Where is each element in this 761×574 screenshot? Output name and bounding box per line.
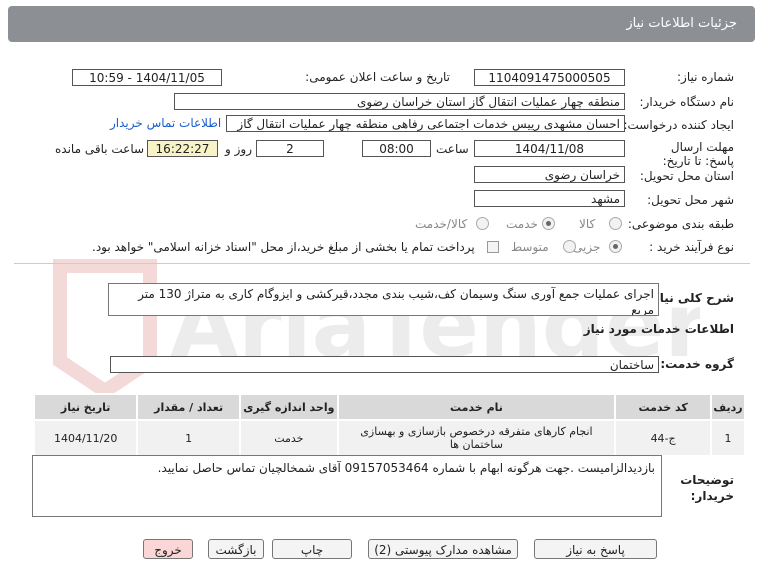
- deadline-time-field: 08:00: [362, 140, 431, 157]
- header-bar: جزئیات اطلاعات نیاز: [8, 6, 755, 42]
- process-minor-label: جزیی: [573, 240, 601, 254]
- days-field: 2: [256, 140, 324, 157]
- announce-date-field: 1404/11/05 - 10:59: [72, 69, 222, 86]
- category-goods-radio[interactable]: [609, 217, 622, 230]
- table-row: 1 ج-44 انجام کارهای متفرقه درخصوص بازساز…: [32, 419, 746, 457]
- category-goods-service-radio[interactable]: [476, 217, 489, 230]
- remaining-time-field: 16:22:27: [147, 140, 218, 157]
- services-section-title: اطلاعات خدمات مورد نیاز: [583, 322, 734, 336]
- description-label: شرح کلی نیاز:: [648, 291, 734, 305]
- col-unit: واحد اندازه گیری: [238, 393, 339, 421]
- print-button[interactable]: چاپ: [272, 539, 352, 559]
- aria-tender-watermark: AriaTender.net: [53, 259, 700, 396]
- service-group-label: گروه خدمت:: [660, 357, 734, 371]
- city-label: شهر محل تحویل:: [647, 193, 734, 207]
- cell-date: 1404/11/20: [32, 419, 139, 457]
- province-field: خراسان رضوی: [474, 166, 625, 183]
- process-medium-radio[interactable]: [563, 240, 576, 253]
- treasury-payment-checkbox[interactable]: [487, 241, 499, 253]
- deadline-date-field: 1404/11/08: [474, 140, 625, 157]
- buyer-org-field: منطقه چهار عملیات انتقال گاز استان خراسا…: [174, 93, 625, 110]
- category-service-radio[interactable]: [542, 217, 555, 230]
- process-medium-label: متوسط: [511, 240, 549, 254]
- category-label: طبقه بندی موضوعی:: [627, 217, 734, 231]
- cell-name: انجام کارهای متفرقه درخصوص بازسازی و بهس…: [336, 419, 617, 457]
- description-textarea: اجرای عملیات جمع آوری سنگ وسیمان کف،شیب …: [108, 283, 659, 316]
- announce-label: تاریخ و ساعت اعلان عمومی:: [305, 70, 450, 84]
- city-field: مشهد: [474, 190, 625, 207]
- process-label: نوع فرآیند خرید :: [649, 240, 734, 254]
- payment-note: پرداخت تمام یا بخشی از مبلغ خرید،از محل …: [92, 240, 475, 254]
- buyer-notes-label: توضیحات خریدار:: [680, 473, 734, 503]
- requester-label: ایجاد کننده درخواست:: [623, 118, 734, 132]
- exit-button[interactable]: خروج: [143, 539, 193, 559]
- need-number-field: 1104091475000505: [474, 69, 625, 86]
- days-label: روز و: [225, 142, 252, 156]
- remaining-label: ساعت باقی مانده: [55, 142, 145, 156]
- col-row: ردیف: [710, 393, 746, 421]
- col-qty: تعداد / مقدار: [136, 393, 241, 421]
- requester-field: احسان مشهدی رییس خدمات اجتماعی رفاهی منط…: [226, 115, 625, 132]
- category-service-label: خدمت: [506, 217, 538, 231]
- category-goods-service-label: کالا/خدمت: [415, 217, 468, 231]
- province-label: استان محل تحویل:: [639, 169, 734, 183]
- table-header-row: ردیف کد خدمت نام خدمت واحد اندازه گیری ت…: [32, 393, 746, 421]
- buyer-org-label: نام دستگاه خریدار:: [639, 95, 735, 109]
- services-table: ردیف کد خدمت نام خدمت واحد اندازه گیری ت…: [32, 393, 746, 457]
- view-documents-button[interactable]: مشاهده مدارک پیوستی (2): [368, 539, 518, 559]
- section-divider: [14, 263, 750, 264]
- buyer-contact-link[interactable]: اطلاعات تماس خریدار: [110, 116, 221, 130]
- category-goods-label: کالا: [579, 217, 596, 231]
- page-title: جزئیات اطلاعات نیاز: [626, 16, 737, 31]
- deadline-label: مهلت ارسال پاسخ: تا تاریخ:: [662, 140, 734, 168]
- cell-qty: 1: [136, 419, 241, 457]
- need-number-label: شماره نیاز:: [677, 70, 734, 84]
- cell-row: 1: [710, 419, 746, 457]
- service-group-field: ساختمان: [110, 356, 659, 373]
- reply-button[interactable]: پاسخ به نیاز: [534, 539, 657, 559]
- col-date: تاریخ نیاز: [32, 393, 139, 421]
- cell-unit: خدمت: [238, 419, 339, 457]
- back-button[interactable]: بازگشت: [208, 539, 264, 559]
- process-minor-radio[interactable]: [609, 240, 622, 253]
- deadline-time-label: ساعت: [436, 142, 469, 156]
- cell-code: ج-44: [614, 419, 713, 457]
- col-name: نام خدمت: [336, 393, 617, 421]
- buyer-notes-textarea: بازدیدالزامیست .جهت هرگونه ابهام با شمار…: [32, 455, 662, 517]
- col-code: کد خدمت: [614, 393, 713, 421]
